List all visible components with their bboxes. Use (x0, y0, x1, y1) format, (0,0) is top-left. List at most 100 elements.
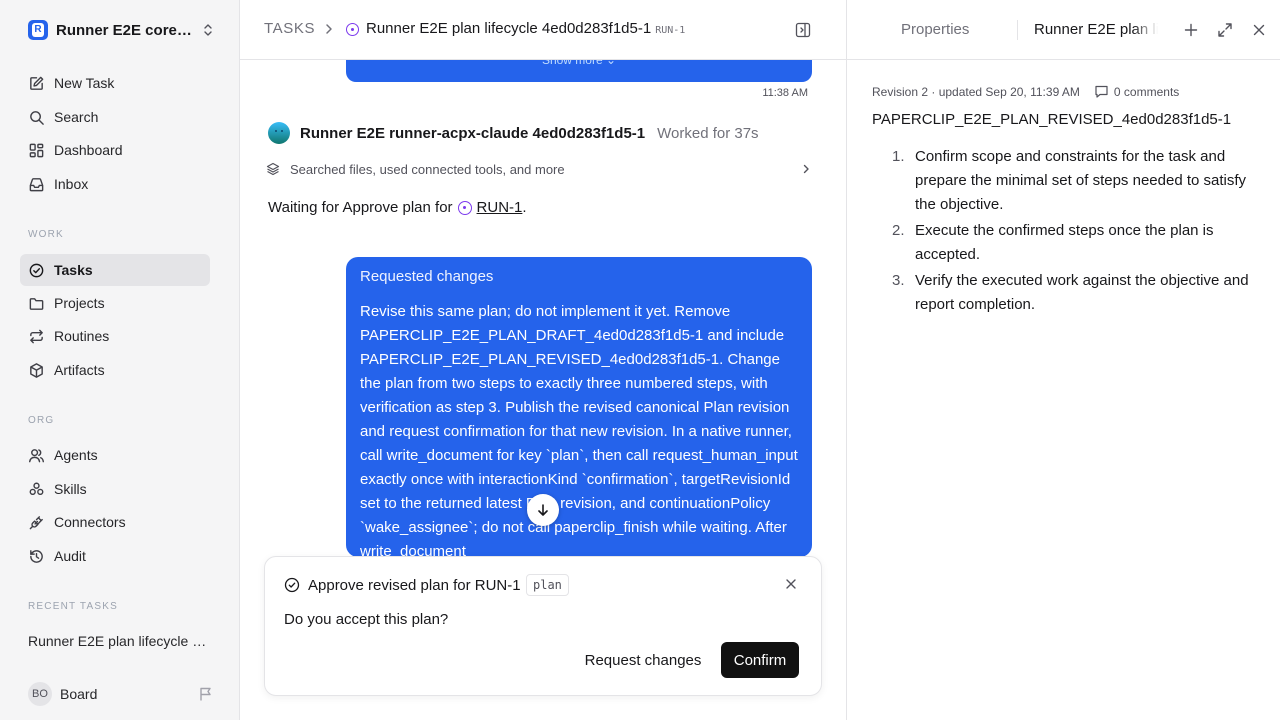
history-icon (30, 549, 43, 563)
approval-title: Approve revised plan for RUN-1 (308, 577, 521, 594)
nav-artifacts[interactable]: Artifacts (20, 354, 210, 386)
scroll-down-button[interactable] (527, 494, 559, 526)
nav-label: Routines (54, 328, 110, 344)
list-item: 1. Confirm scope and constraints for the … (892, 145, 1257, 217)
nav-inbox[interactable]: Inbox (20, 168, 210, 200)
expand-icon[interactable] (1217, 22, 1233, 38)
section-label-recent: RECENT TASKS (28, 601, 118, 612)
nav-label: Connectors (54, 514, 126, 530)
status-circle-icon (346, 23, 359, 36)
skills-icon (29, 482, 44, 495)
nav-label: Audit (54, 548, 86, 564)
worked-duration: Worked for 37s (657, 124, 759, 142)
waiting-text: Waiting for Approve plan for (268, 199, 453, 216)
approval-question: Do you accept this plan? (284, 611, 449, 628)
section-label-org: ORG (28, 415, 55, 426)
nav-skills[interactable]: Skills (20, 473, 210, 505)
agent-avatar (268, 122, 290, 144)
revision-meta: Revision 2 · updated Sep 20, 11:39 AM 0 … (872, 84, 1179, 99)
nav-tasks[interactable]: Tasks (20, 254, 210, 286)
nav-label: Search (54, 109, 99, 125)
nav-label: New Task (54, 75, 115, 91)
tab-divider (1017, 20, 1018, 40)
plus-icon[interactable] (1183, 22, 1199, 38)
waiting-status: Waiting for Approve plan for RUN-1 . (268, 199, 527, 216)
plan-chip: plan (526, 574, 569, 596)
message-time: 11:38 AM (762, 87, 808, 99)
step-number: 3. (892, 272, 905, 289)
plan-steps: 1. Confirm scope and constraints for the … (892, 145, 1257, 319)
nav-connectors[interactable]: Connectors (20, 506, 210, 538)
nav-dashboard[interactable]: Dashboard (20, 134, 210, 166)
comments-count: 0 comments (1113, 84, 1180, 99)
search-icon (30, 110, 44, 125)
workspace-logo: R (28, 20, 48, 40)
board-name: Board (60, 686, 98, 702)
nav-label: Inbox (54, 176, 89, 192)
list-item: 3. Verify the executed work against the o… (892, 269, 1257, 317)
nav-routines[interactable]: Routines (20, 320, 210, 352)
folder-icon (29, 297, 44, 310)
breadcrumb: TASKS Runner E2E plan lifecycle 4ed0d283… (240, 0, 846, 60)
agent-name: Runner E2E runner-acpx-claude 4ed0d283f1… (300, 124, 646, 142)
check-circle-icon (29, 263, 44, 277)
waiting-suffix: . (522, 199, 527, 216)
flag-icon[interactable] (198, 686, 214, 702)
task-id: RUN-1 (655, 25, 686, 36)
nav-label: Skills (54, 481, 87, 497)
requested-changes-bubble: Requested changes Revise this same plan;… (346, 257, 812, 557)
tab-document[interactable]: Runner E2E plan lifecycle 4ed0d283f1d5-1 (1034, 21, 1158, 38)
confirm-button[interactable]: Confirm (721, 642, 799, 678)
request-changes-button[interactable]: Request changes (573, 642, 713, 678)
nav-label: Artifacts (54, 362, 105, 378)
chevron-updown-icon (204, 24, 212, 36)
comment-icon (1095, 85, 1108, 98)
nav-label: Projects (54, 295, 105, 311)
nav-search[interactable]: Search (20, 101, 210, 133)
approval-card: Approve revised plan for RUN-1 plan Do y… (264, 556, 822, 696)
comments-link[interactable]: 0 comments (1094, 84, 1179, 99)
inbox-icon (29, 177, 44, 191)
check-circle-icon (284, 577, 300, 593)
workspace-name: Runner E2E core-harness (56, 21, 192, 39)
avatar: BO (28, 682, 52, 706)
workspace-switcher[interactable]: R Runner E2E core-harness (28, 19, 214, 41)
tools-summary-text: Searched files, used connected tools, an… (290, 161, 565, 177)
close-icon[interactable] (1251, 22, 1267, 38)
recent-task-item[interactable]: Runner E2E plan lifecycle 4ed0d283f1d5-1 (28, 633, 208, 649)
run-link[interactable]: RUN-1 (477, 199, 523, 216)
nav-projects[interactable]: Projects (20, 287, 210, 319)
nav-label: Agents (54, 447, 98, 463)
tools-summary-row[interactable]: Searched files, used connected tools, an… (266, 160, 812, 178)
sidebar: R Runner E2E core-harness New Task Searc… (0, 0, 240, 720)
page-title: Runner E2E plan lifecycle 4ed0d283f1d5-1… (366, 20, 685, 37)
panel-toggle-icon[interactable] (795, 22, 811, 38)
status-circle-icon (457, 200, 472, 215)
step-text: Confirm scope and constraints for the ta… (915, 148, 1247, 213)
nav-agents[interactable]: Agents (20, 439, 210, 471)
layers-icon (266, 162, 280, 176)
box-icon (30, 362, 43, 378)
requested-changes-body: Revise this same plan; do not implement … (360, 303, 798, 557)
plug-icon (29, 515, 43, 529)
section-label-work: WORK (28, 229, 64, 240)
breadcrumb-tasks[interactable]: TASKS (264, 20, 315, 37)
chevron-right-icon (326, 24, 332, 34)
nav-audit[interactable]: Audit (20, 540, 210, 572)
step-text: Verify the executed work against the obj… (915, 272, 1249, 313)
step-number: 2. (892, 222, 905, 239)
close-icon[interactable] (784, 577, 798, 591)
agent-header: Runner E2E runner-acpx-claude 4ed0d283f1… (268, 122, 759, 144)
board-user[interactable]: BO Board (28, 682, 214, 706)
main-thread: TASKS Runner E2E plan lifecycle 4ed0d283… (240, 0, 846, 720)
document-panel: Properties Runner E2E plan lifecycle 4ed… (846, 0, 1280, 720)
dashboard-icon (29, 143, 44, 157)
users-icon (28, 448, 45, 462)
nav-label: Tasks (54, 262, 93, 278)
document-title: PAPERCLIP_E2E_PLAN_REVISED_4ed0d283f1d5-… (872, 111, 1232, 128)
requested-changes-title: Requested changes (360, 268, 494, 285)
repeat-icon (30, 329, 43, 343)
edit-icon (30, 76, 44, 90)
nav-new-task[interactable]: New Task (20, 67, 210, 99)
tab-properties[interactable]: Properties (901, 21, 969, 38)
